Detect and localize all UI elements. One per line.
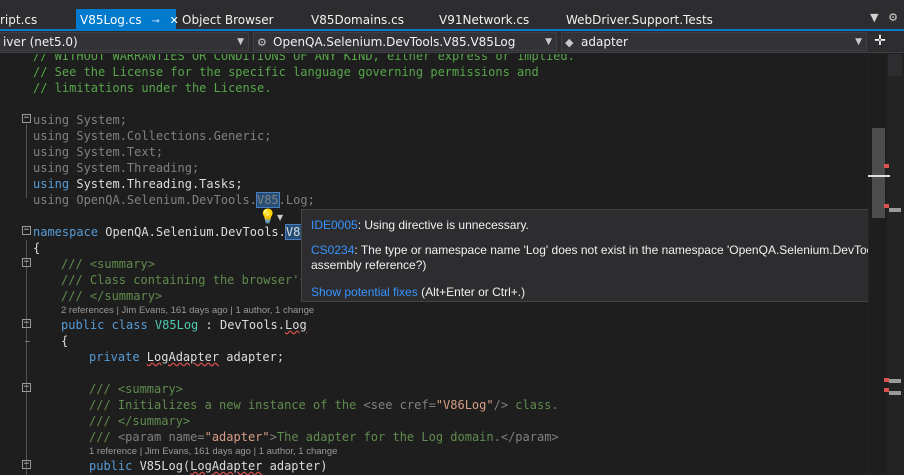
doc-comment: /// <summary> bbox=[89, 382, 183, 396]
error-marker[interactable] bbox=[884, 164, 889, 168]
chevron-down-icon: ▼ bbox=[545, 37, 552, 47]
class-declaration: public class V85Log : DevTools.Log bbox=[61, 318, 307, 332]
tab-label: WebDriver.Support.Tests bbox=[566, 13, 713, 27]
tab-label: V91Network.cs bbox=[439, 13, 530, 27]
field-declaration: private LogAdapter adapter; bbox=[89, 350, 285, 364]
doc-comment: /// </summary> bbox=[61, 289, 163, 303]
diagnostic-message: : Using directive is unnecessary. bbox=[357, 218, 529, 232]
dropdown-icon[interactable]: ▼ bbox=[870, 11, 878, 24]
using-line: using System; bbox=[33, 113, 127, 127]
codelens-info[interactable]: 2 references | Jim Evans, 161 days ago |… bbox=[61, 304, 314, 317]
tab-webdriver-support-tests[interactable]: WebDriver.Support.Tests bbox=[566, 9, 713, 31]
pin-icon[interactable]: ⊸ bbox=[151, 11, 159, 33]
using-line: using OpenQA.Selenium.DevTools.V85.Log; bbox=[33, 192, 315, 208]
warning-marker[interactable] bbox=[889, 379, 901, 383]
diagnostic-id-link[interactable]: IDE0005 bbox=[311, 218, 358, 232]
diagnostic-message: : The type or namespace name 'Log' does … bbox=[354, 243, 904, 257]
diagnostic-cs0234: CS0234: The type or namespace name 'Log'… bbox=[311, 243, 904, 257]
tab-label: Object Browser bbox=[182, 13, 274, 27]
tab-label: ript.cs bbox=[0, 13, 38, 27]
code-line: { bbox=[61, 334, 69, 348]
doc-comment: /// Class containing the browser's bbox=[61, 273, 307, 287]
gear-icon[interactable]: ⚙ bbox=[888, 11, 898, 24]
doc-comment: /// <summary> bbox=[61, 257, 155, 271]
diagnostic-message-cont: assembly reference?) bbox=[311, 258, 427, 272]
code-line: { bbox=[33, 241, 41, 255]
tab-label: V85Domains.cs bbox=[311, 13, 404, 27]
quick-info-popup: IDE0005: Using directive is unnecessary.… bbox=[301, 209, 904, 302]
lightbulb-icon[interactable]: 💡 bbox=[259, 209, 276, 225]
tab-ript-cs[interactable]: ript.cs bbox=[0, 9, 37, 31]
type-dropdown-value: OpenQA.Selenium.DevTools.V85.V85Log bbox=[273, 35, 516, 49]
warning-marker[interactable] bbox=[889, 391, 901, 395]
fold-guide bbox=[26, 240, 27, 475]
using-line: using System.Collections.Generic; bbox=[33, 129, 272, 143]
collapse-toggle[interactable]: − bbox=[22, 319, 31, 328]
scrollbar-track[interactable] bbox=[869, 54, 887, 475]
tab-v85log-cs[interactable]: V85Log.cs ⊸ ✕ bbox=[76, 9, 179, 33]
constructor-declaration: public V85Log(LogAdapter adapter) bbox=[89, 459, 328, 473]
field-icon: ◆ bbox=[565, 36, 574, 49]
tab-v85domains-cs[interactable]: V85Domains.cs bbox=[311, 9, 404, 31]
navigation-bar: iver (net5.0) ▼ ⚙ OpenQA.Selenium.DevTool… bbox=[0, 31, 904, 53]
codelens-info[interactable]: 1 reference | Jim Evans, 161 days ago | … bbox=[89, 445, 337, 458]
doc-comment: /// <param name="adapter">The adapter fo… bbox=[89, 430, 559, 444]
diagnostic-ide0005: IDE0005: Using directive is unnecessary. bbox=[311, 218, 529, 232]
code-line: // WITHOUT WARRANTIES OR CONDITIONS OF A… bbox=[33, 54, 575, 63]
chevron-down-icon[interactable]: ▼ bbox=[277, 213, 283, 222]
potential-fixes-row: Show potential fixes (Alt+Enter or Ctrl+… bbox=[311, 285, 525, 299]
tab-v91network-cs[interactable]: V91Network.cs bbox=[439, 9, 529, 31]
diagnostic-id-link[interactable]: CS0234 bbox=[311, 243, 354, 257]
chevron-down-icon: ▼ bbox=[855, 37, 862, 47]
class-icon: ⚙ bbox=[257, 36, 267, 49]
fold-rail bbox=[25, 341, 30, 342]
tab-object-browser[interactable]: Object Browser bbox=[182, 9, 274, 31]
quick-actions-lightbulb[interactable]: 💡 ▼ bbox=[258, 209, 288, 228]
doc-comment: /// </summary> bbox=[89, 414, 191, 428]
collapse-toggle[interactable]: − bbox=[22, 226, 31, 235]
close-icon[interactable]: ✕ bbox=[170, 10, 179, 32]
tab-label: V85Log.cs bbox=[80, 13, 142, 27]
project-dropdown[interactable]: iver (net5.0) ▼ bbox=[0, 32, 249, 51]
project-dropdown-value: iver (net5.0) bbox=[3, 35, 78, 49]
code-line: // See the License for the specific lang… bbox=[33, 65, 539, 79]
doc-comment: /// Initializes a new instance of the <s… bbox=[89, 398, 559, 412]
split-window-icon[interactable]: ✛ bbox=[870, 32, 890, 51]
member-dropdown-value: adapter bbox=[581, 35, 628, 49]
show-potential-fixes-link[interactable]: Show potential fixes bbox=[311, 285, 418, 299]
member-dropdown[interactable]: ◆ adapter ▼ bbox=[561, 32, 867, 51]
code-line: // limitations under the License. bbox=[33, 81, 272, 95]
scroll-up-button[interactable] bbox=[888, 54, 902, 76]
warning-marker[interactable] bbox=[889, 208, 901, 212]
using-line: using System.Threading; bbox=[33, 161, 200, 175]
using-line: using System.Text; bbox=[33, 145, 164, 159]
fold-guide bbox=[26, 124, 27, 198]
using-line: using System.Threading.Tasks; bbox=[33, 177, 243, 191]
collapse-toggle[interactable]: − bbox=[22, 114, 31, 123]
type-dropdown[interactable]: ⚙ OpenQA.Selenium.DevTools.V85.V85Log ▼ bbox=[253, 32, 557, 51]
shortcut-hint: (Alt+Enter or Ctrl+.) bbox=[417, 285, 526, 299]
document-tab-bar: ript.cs V85Log.cs ⊸ ✕ Object Browser V85… bbox=[0, 0, 904, 31]
collapse-toggle[interactable]: − bbox=[22, 258, 31, 267]
caret-position-marker bbox=[868, 175, 890, 177]
tab-bar-tools: ▼ ⚙ bbox=[864, 11, 898, 24]
collapse-toggle[interactable]: − bbox=[22, 383, 31, 392]
vertical-scrollbar[interactable] bbox=[868, 54, 904, 475]
chevron-down-icon: ▼ bbox=[237, 37, 244, 47]
collapse-toggle[interactable]: − bbox=[22, 460, 31, 469]
